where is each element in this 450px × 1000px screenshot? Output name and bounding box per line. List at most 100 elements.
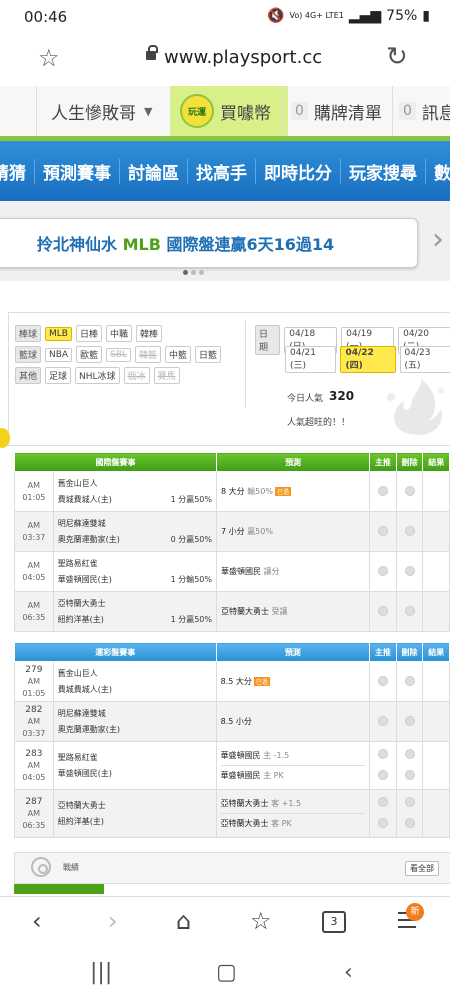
date-0423[interactable]: 04/23 (五) (399, 346, 450, 373)
home-team: 紐約洋基(主) (57, 614, 104, 624)
main-pick-radio[interactable] (377, 797, 388, 807)
game-number: 283 (25, 748, 43, 759)
forward-icon[interactable]: › (108, 907, 118, 935)
promo-banner[interactable]: 拎北神仙水 MLB 國際盤連贏6天16過14 (0, 218, 418, 268)
league-nhl[interactable]: NHL冰球 (75, 367, 120, 384)
buy-coin-button[interactable]: 玩運 買噱幣 (170, 86, 288, 136)
prediction-cell[interactable]: 8.5 大分 已過 (215, 661, 371, 702)
main-pick-radio[interactable] (377, 605, 388, 616)
nav-guess[interactable]: 猜猜 (0, 158, 35, 184)
prediction-cell[interactable]: 亞特蘭大勇士 受讓 (215, 591, 371, 632)
table-row: 282 AM 03:37 明尼蘇達雙城 奧克蘭運動家(主) 8.5 小分 (14, 701, 450, 742)
cart-count: 0 (291, 102, 308, 120)
delete-radio[interactable] (404, 565, 415, 576)
delete-radio[interactable] (404, 485, 415, 496)
view-all-button[interactable]: 看全部 (405, 861, 439, 876)
game-time: AM 06:35 (22, 808, 46, 830)
home-team: 費城費城人(主) (57, 684, 112, 694)
league-soccer[interactable]: 足球 (45, 367, 72, 384)
tabs-button[interactable]: 3 (322, 911, 346, 933)
date-0421[interactable]: 04/21 (三) (285, 346, 337, 373)
bookmarks-star-icon[interactable]: ☆ (250, 907, 272, 935)
table-row: AM 06:35 亞特蘭大勇士 紐約洋基(主) 1 分贏50% 亞特蘭大勇士 受讓 (14, 591, 450, 632)
main-pick-radio[interactable] (377, 525, 388, 536)
nav-predict[interactable]: 預測賽事 (35, 158, 120, 184)
cart-label: 購牌清單 (313, 103, 382, 124)
table-row: 283 AM 04:05 聖路易紅雀 華盛頓國民(主) 華盛頓國民 主 -1.5 … (14, 741, 450, 790)
prediction-cell[interactable]: 8 大分 輸50% 已過 (215, 471, 371, 512)
recent-apps-icon[interactable]: ||| (90, 960, 112, 985)
prediction-pick: 亞特蘭大勇士 (220, 799, 269, 808)
date-0422[interactable]: 04/22 (四) (340, 346, 396, 373)
url-text[interactable]: www.playsport.cc (164, 47, 322, 68)
delete-radio[interactable] (404, 749, 415, 759)
delete-radio[interactable] (404, 797, 415, 807)
prediction-cell[interactable]: 8.5 小分 (215, 701, 371, 742)
teams-cell: 聖路易紅雀 華盛頓國民(主) (52, 741, 217, 790)
browser-toolbar: ‹ › ⌂ ☆ 3 新 (0, 896, 450, 949)
league-nba[interactable]: NBA (45, 347, 73, 362)
game-cell: 282 AM 03:37 (14, 701, 54, 742)
league-cba[interactable]: 中籃 (165, 346, 192, 363)
cart-button[interactable]: 0 購牌清單 (282, 86, 399, 136)
handicap-line: 1 分贏50% (170, 494, 212, 504)
messages-button[interactable]: 0 訊息 (392, 86, 450, 136)
prediction-pick: 8 大分 (221, 487, 245, 496)
prediction-cell[interactable]: 亞特蘭大勇士 客 +1.5 亞特蘭大勇士 客 PK (215, 789, 371, 838)
prediction-odds: 主 -1.5 (263, 751, 290, 760)
main-pick-radio[interactable] (377, 715, 388, 726)
delete-radio[interactable] (404, 770, 415, 780)
delete-radio[interactable] (404, 605, 415, 616)
system-back-icon[interactable]: ‹ (344, 960, 353, 985)
nav-forum[interactable]: 討論區 (120, 158, 188, 184)
league-euro[interactable]: 歐籃 (76, 346, 103, 363)
delete-radio[interactable] (404, 818, 415, 828)
away-team: 聖路易紅雀 (57, 558, 98, 568)
league-mlb[interactable]: MLB (45, 326, 72, 341)
header-delete: 刪除 (395, 642, 424, 662)
back-icon[interactable]: ‹ (32, 907, 42, 935)
league-npb[interactable]: 日棒 (75, 325, 102, 342)
carousel-dot[interactable] (191, 270, 196, 275)
nav-player-search[interactable]: 玩家搜尋 (341, 158, 426, 184)
reload-icon[interactable]: ↻ (386, 42, 408, 72)
divider (245, 321, 246, 407)
delete-radio[interactable] (404, 715, 415, 726)
main-pick-radio[interactable] (377, 818, 388, 828)
nav-data[interactable]: 數據 (426, 159, 450, 184)
passed-stamp: 已過 (253, 677, 270, 686)
league-khl: 俄冰 (123, 367, 150, 384)
league-kbo[interactable]: 韓棒 (136, 325, 163, 342)
prediction-cell[interactable]: 華盛頓國民 讓分 (215, 551, 371, 592)
result-cell (422, 789, 450, 838)
popularity-message: 人氣超旺的！！ (287, 418, 351, 428)
game-number: 287 (25, 796, 43, 807)
league-bleague[interactable]: 日籃 (195, 346, 222, 363)
away-team: 聖路易紅雀 (57, 752, 98, 762)
main-pick-radio[interactable] (377, 485, 388, 496)
delete-radio[interactable] (404, 675, 415, 686)
bookmark-star-icon[interactable]: ☆ (38, 44, 60, 72)
prediction-cell[interactable]: 7 小分 贏50% (215, 511, 371, 552)
carousel-dot-active[interactable] (183, 270, 188, 275)
carousel-dot[interactable] (199, 270, 204, 275)
home-button-icon[interactable]: ▢ (216, 960, 237, 985)
main-pick-radio[interactable] (377, 565, 388, 576)
user-name: 人生慘敗哥 (51, 103, 136, 124)
nav-experts[interactable]: 找高手 (188, 158, 256, 184)
home-icon[interactable]: ⌂ (176, 907, 191, 935)
handicap-line: 1 分贏50% (170, 614, 212, 624)
game-time: AM 03:37 (14, 511, 54, 552)
prediction-cell[interactable]: 華盛頓國民 主 -1.5 華盛頓國民 主 PK (215, 741, 371, 790)
delete-radio[interactable] (404, 525, 415, 536)
banner-next-icon[interactable]: › (432, 222, 444, 257)
main-pick-radio[interactable] (377, 770, 388, 780)
prediction-odds: 讓分 (263, 567, 280, 576)
main-pick-radio[interactable] (377, 675, 388, 686)
message-count: 0 (399, 102, 416, 120)
prediction-odds: 客 PK (271, 819, 292, 828)
league-cpbl[interactable]: 中職 (106, 325, 133, 342)
nav-live-score[interactable]: 即時比分 (256, 158, 341, 184)
main-pick-radio[interactable] (377, 749, 388, 759)
user-menu[interactable]: 人生慘敗哥 ▼ (36, 86, 179, 136)
